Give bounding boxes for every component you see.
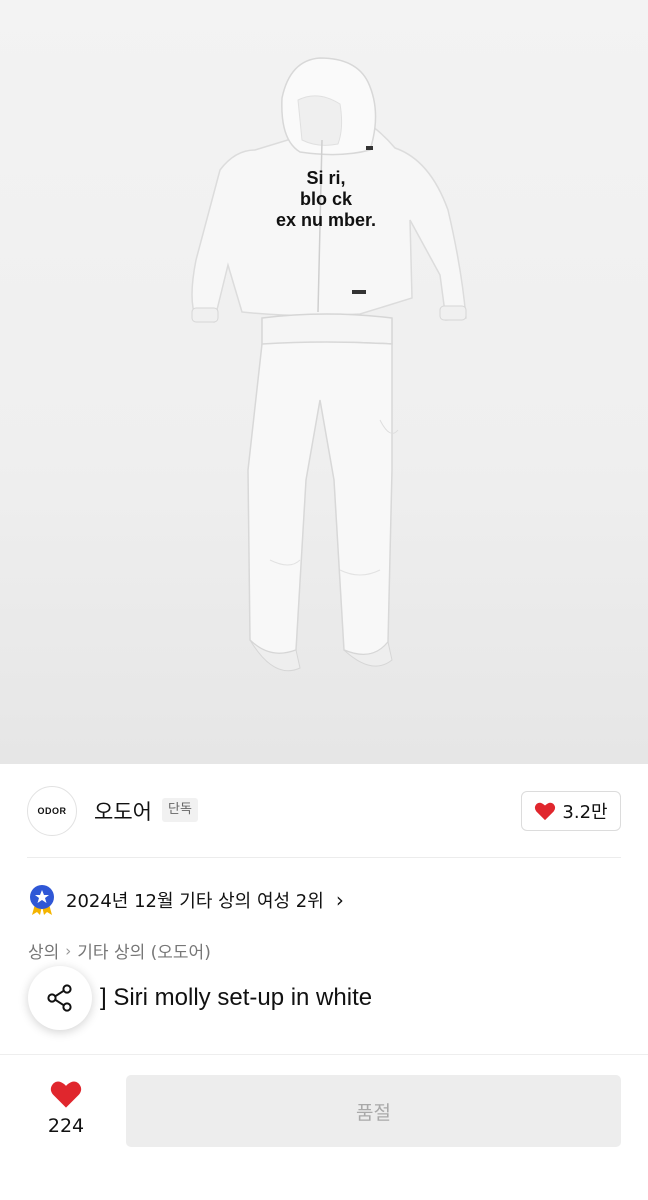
brand-logo-text: ODOR xyxy=(37,806,67,816)
wishlist-count: 224 xyxy=(47,1115,85,1137)
hoodie-print: Si ri, blo ck ex nu mber. xyxy=(258,168,394,231)
bottom-action-bar: 224 품절 xyxy=(0,1054,648,1200)
brand-like-button[interactable]: 3.2만 xyxy=(521,791,621,831)
chevron-right-icon: › xyxy=(65,941,72,960)
exclusive-badge: 단독 xyxy=(162,798,198,822)
print-line: blo ck xyxy=(299,189,352,209)
brand-like-count: 3.2만 xyxy=(562,802,608,823)
breadcrumb-item[interactable]: 상의 xyxy=(28,938,59,963)
print-line: ex nu mber. xyxy=(275,210,377,230)
sold-out-label: 품절 xyxy=(356,1101,391,1124)
share-icon xyxy=(47,984,72,1012)
product-image[interactable]: Si ri, blo ck ex nu mber. xyxy=(0,0,648,764)
sold-out-button[interactable]: 품절 xyxy=(126,1075,621,1147)
product-title-text: ] Siri molly set-up in white xyxy=(100,984,373,1011)
heart-icon xyxy=(535,802,556,821)
brand-name[interactable]: 오도어 xyxy=(94,796,152,826)
ranking-text: 2024년 12월 기타 상의 여성 2위 xyxy=(66,891,324,912)
share-button[interactable] xyxy=(28,966,92,1030)
brand-row: ODOR 오도어 단독 3.2만 xyxy=(0,764,648,857)
breadcrumb: 상의 › 기타 상의 (오도어) xyxy=(28,938,211,964)
product-illustration xyxy=(191,57,467,672)
print-line: Si ri, xyxy=(306,168,346,188)
wishlist-button[interactable]: 224 xyxy=(34,1079,98,1137)
heart-icon xyxy=(50,1081,82,1108)
breadcrumb-item[interactable]: 기타 상의 (오도어) xyxy=(77,938,211,963)
ranking-badge-icon xyxy=(30,885,54,915)
brand-logo[interactable]: ODOR xyxy=(27,786,77,836)
ranking-link[interactable]: 2024년 12월 기타 상의 여성 2위 › xyxy=(28,883,344,917)
chevron-right-icon: › xyxy=(335,888,344,912)
divider xyxy=(27,857,621,858)
